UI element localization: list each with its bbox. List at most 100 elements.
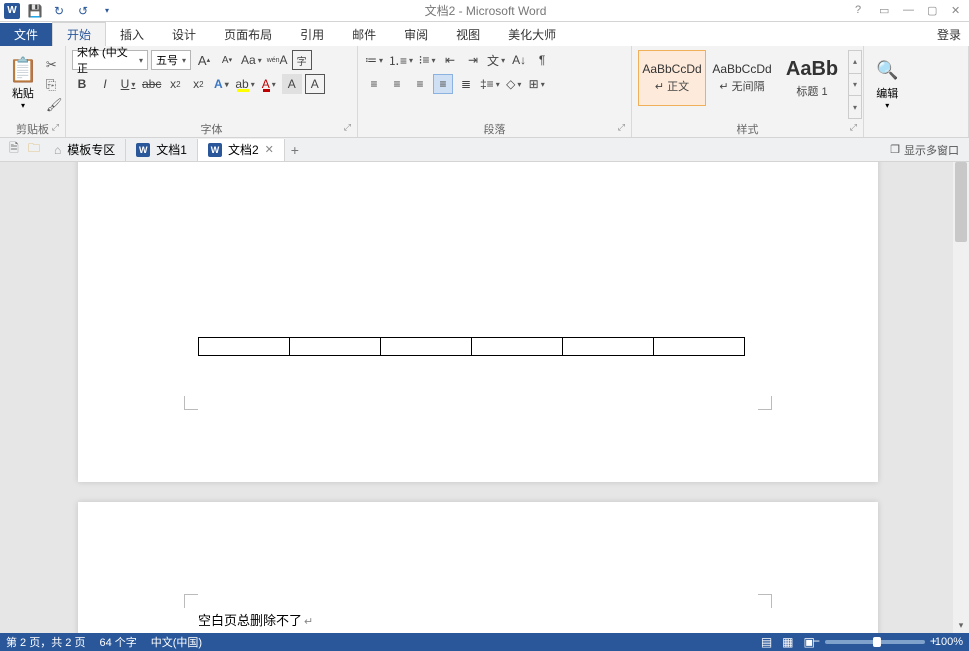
text-effects-button[interactable]: A▾ (211, 74, 231, 94)
vertical-scrollbar[interactable]: ▾ (953, 162, 969, 633)
dialog-launcher-icon[interactable]: ⤢ (618, 122, 625, 133)
tab-references[interactable]: 引用 (286, 23, 338, 46)
style-normal[interactable]: AaBbCcDd ↵ 正文 (638, 50, 706, 106)
save-icon[interactable]: 💾 (26, 2, 44, 20)
tab-insert[interactable]: 插入 (106, 23, 158, 46)
superscript-button[interactable]: x2 (188, 74, 208, 94)
help-icon[interactable]: ? (855, 4, 869, 18)
tab-home[interactable]: 开始 (52, 22, 106, 46)
cut-icon[interactable]: ✂ (46, 57, 63, 73)
borders-button[interactable]: ⊞▾ (527, 74, 547, 94)
page-2[interactable]: 空白页总删除不了↵ (78, 502, 878, 633)
scrollbar-thumb[interactable] (955, 162, 967, 242)
distribute-button[interactable]: ≣ (456, 74, 476, 94)
tab-design[interactable]: 设计 (158, 23, 210, 46)
phonetic-guide-button[interactable]: wénA (266, 50, 289, 70)
bold-button[interactable]: B (72, 74, 92, 94)
tab-mail[interactable]: 邮件 (338, 23, 390, 46)
justify-button[interactable]: ≡ (433, 74, 453, 94)
align-center-button[interactable]: ≡ (387, 74, 407, 94)
align-right-button[interactable]: ≡ (410, 74, 430, 94)
enclose-char-button[interactable]: 字 (292, 50, 312, 70)
tab-view[interactable]: 视图 (442, 23, 494, 46)
minimize-icon[interactable]: — (903, 4, 917, 18)
multilevel-button[interactable]: ⁝≡▾ (417, 50, 437, 70)
status-page[interactable]: 第 2 页，共 2 页 (6, 634, 85, 650)
paragraph-mark-icon: ↵ (304, 616, 313, 628)
font-color-button[interactable]: A▾ (259, 74, 279, 94)
scroll-down-icon[interactable]: ▾ (953, 617, 969, 633)
doctab-doc1[interactable]: W 文档1 (126, 139, 198, 161)
open-folder-icon[interactable]: 🗀 (24, 140, 44, 160)
paste-button[interactable]: 📋 粘贴 ▾ (4, 48, 42, 121)
sort-button[interactable]: A↓ (509, 50, 529, 70)
close-tab-icon[interactable]: ✕ (265, 143, 274, 156)
zoom-in-icon[interactable]: + (930, 634, 937, 648)
char-shading-button[interactable]: A (282, 74, 302, 94)
ribbon-display-icon[interactable]: ▭ (879, 4, 893, 18)
decrease-indent-button[interactable]: ⇤ (440, 50, 460, 70)
print-layout-icon[interactable]: ▦ (782, 635, 793, 649)
dialog-launcher-icon[interactable]: ⤢ (52, 122, 59, 133)
copy-icon[interactable]: ⎘ (46, 77, 63, 93)
status-word-count[interactable]: 64 个字 (99, 634, 136, 650)
close-icon[interactable]: ✕ (951, 4, 965, 18)
gallery-up-icon[interactable]: ▴ (849, 51, 861, 74)
window-controls: ? ▭ — ▢ ✕ (855, 4, 965, 18)
gallery-down-icon[interactable]: ▾ (849, 74, 861, 97)
add-tab-button[interactable]: + (285, 142, 305, 158)
tab-template-zone[interactable]: ⌂ 模板专区 (44, 139, 126, 161)
dialog-launcher-icon[interactable]: ⤢ (344, 122, 351, 133)
zoom-slider[interactable]: − + (825, 640, 925, 644)
zoom-out-icon[interactable]: − (813, 634, 820, 648)
grow-font-button[interactable]: A▴ (194, 50, 214, 70)
page-1[interactable] (78, 162, 878, 482)
zoom-knob[interactable] (873, 637, 881, 647)
login-link[interactable]: 登录 (929, 23, 969, 46)
increase-indent-button[interactable]: ⇥ (463, 50, 483, 70)
subscript-button[interactable]: x2 (165, 74, 185, 94)
char-border-button[interactable]: A (305, 74, 325, 94)
redo-icon[interactable]: ↻ (50, 2, 68, 20)
text-direction-button[interactable]: 文▾ (486, 50, 506, 70)
new-doc-icon[interactable]: 🗎 (4, 140, 24, 160)
dialog-launcher-icon[interactable]: ⤢ (850, 122, 857, 133)
change-case-button[interactable]: Aa▾ (240, 50, 263, 70)
document-table[interactable] (198, 337, 745, 356)
tab-file[interactable]: 文件 (0, 23, 52, 46)
font-size-combo[interactable]: 五号▾ (151, 50, 191, 70)
shrink-font-button[interactable]: A▾ (217, 50, 237, 70)
font-name-combo[interactable]: 宋体 (中文正▾ (72, 50, 148, 70)
qat-customize-icon[interactable]: ▾ (98, 2, 116, 20)
show-marks-button[interactable]: ¶ (532, 50, 552, 70)
underline-button[interactable]: U▾ (118, 74, 138, 94)
style-heading1[interactable]: AaBb 标题 1 (778, 50, 846, 106)
shading-button[interactable]: ◇▾ (504, 74, 524, 94)
tab-layout[interactable]: 页面布局 (210, 23, 286, 46)
read-mode-icon[interactable]: ▤ (761, 635, 772, 649)
status-language[interactable]: 中文(中国) (151, 634, 202, 650)
maximize-icon[interactable]: ▢ (927, 4, 941, 18)
align-left-button[interactable]: ≡ (364, 74, 384, 94)
gallery-more-icon[interactable]: ▾ (849, 96, 861, 118)
numbering-button[interactable]: ⒈≡▾ (387, 50, 414, 70)
chevron-down-icon: ▾ (21, 101, 25, 110)
status-bar: 第 2 页，共 2 页 64 个字 中文(中国) ▤ ▦ ▣ − + 100% (0, 633, 969, 651)
window-title: 文档2 - Microsoft Word (116, 2, 855, 19)
multi-window-icon: ❐ (890, 143, 900, 156)
highlight-button[interactable]: ab▾ (234, 74, 255, 94)
strikethrough-button[interactable]: abc (141, 74, 162, 94)
bullets-button[interactable]: ≔▾ (364, 50, 384, 70)
tab-beautify[interactable]: 美化大师 (494, 23, 570, 46)
multi-window-button[interactable]: ❐ 显示多窗口 (890, 142, 965, 158)
tab-review[interactable]: 审阅 (390, 23, 442, 46)
line-spacing-button[interactable]: ‡≡▾ (479, 74, 501, 94)
zoom-level[interactable]: 100% (935, 636, 963, 648)
find-button[interactable]: 🔍 编辑 ▾ (868, 48, 906, 121)
style-no-spacing[interactable]: AaBbCcDd ↵ 无间隔 (708, 50, 776, 106)
document-text[interactable]: 空白页总删除不了↵ (198, 610, 313, 629)
italic-button[interactable]: I (95, 74, 115, 94)
undo-icon[interactable]: ↺ (74, 2, 92, 20)
format-painter-icon[interactable]: 🖌 (46, 97, 63, 113)
doctab-doc2[interactable]: W 文档2 ✕ (198, 139, 285, 161)
